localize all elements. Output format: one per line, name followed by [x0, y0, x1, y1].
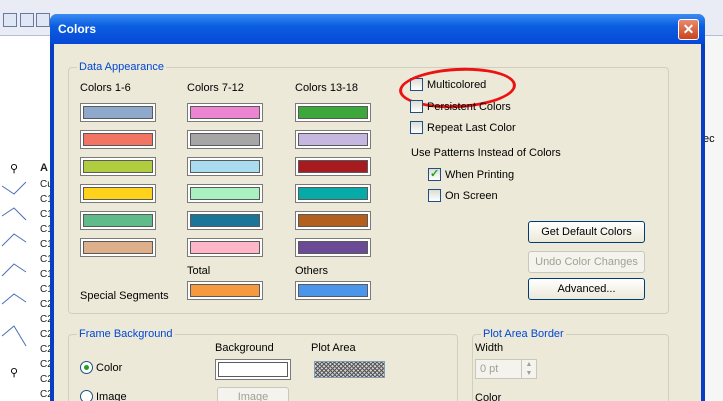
color-swatch-1-6[interactable] [80, 211, 156, 230]
plot-area-label: Plot Area [311, 342, 356, 354]
color-swatch-13-18[interactable] [295, 103, 371, 122]
on-screen-label: On Screen [445, 190, 498, 202]
get-default-colors-button[interactable]: Get Default Colors [528, 221, 645, 243]
border-width-spinner[interactable]: 0 pt ▲ ▼ [475, 359, 537, 379]
image-button[interactable]: Image [217, 387, 289, 401]
others-color-swatch[interactable] [295, 281, 371, 300]
image-radio-label: Image [96, 391, 127, 401]
swatch-fill [83, 241, 153, 254]
list-header: A [40, 162, 48, 174]
color-swatch-13-18[interactable] [295, 211, 371, 230]
patterns-heading: Use Patterns Instead of Colors [411, 147, 561, 159]
swatch-fill [83, 187, 153, 200]
toolbar-button-icon[interactable] [36, 13, 50, 27]
repeat-last-color-label: Repeat Last Color [427, 122, 516, 134]
undo-color-changes-button[interactable]: Undo Color Changes [528, 251, 645, 273]
swatch-fill [190, 284, 260, 297]
swatch-fill [298, 187, 368, 200]
border-color-label: Color [475, 392, 502, 401]
total-label: Total [187, 265, 211, 277]
dialog-client-area: Data Appearance Colors 1-6 Colors 7-12 C… [54, 44, 701, 401]
color-swatch-7-12[interactable] [187, 103, 263, 122]
spin-arrows-icon[interactable]: ▲ ▼ [521, 360, 536, 378]
swatch-fill [298, 241, 368, 254]
swatch-fill [190, 160, 260, 173]
special-segments-label: Special Segments [80, 290, 169, 302]
swatch-fill [298, 133, 368, 146]
advanced-button[interactable]: Advanced... [528, 278, 645, 300]
persistent-colors-label: Persistent Colors [427, 101, 511, 113]
plot-area-pattern-swatch[interactable] [314, 361, 385, 378]
color-swatch-7-12[interactable] [187, 130, 263, 149]
color-radio-label: Color [96, 362, 123, 374]
persistent-colors-checkbox[interactable] [410, 100, 423, 113]
colors-7-12-header: Colors 7-12 [187, 82, 244, 94]
width-label: Width [475, 342, 504, 354]
color-swatch-7-12[interactable] [187, 238, 263, 257]
colors-13-18-header: Colors 13-18 [295, 82, 358, 94]
when-printing-label: When Printing [445, 169, 515, 181]
color-swatch-13-18[interactable] [295, 238, 371, 257]
swatch-fill [298, 106, 368, 119]
border-width-value: 0 pt [480, 363, 499, 375]
swatch-fill [190, 214, 260, 227]
swatch-fill [190, 187, 260, 200]
swatch-fill [218, 362, 288, 377]
dialog-title: Colors [58, 22, 97, 36]
swatch-fill [298, 214, 368, 227]
group-title: Data Appearance [77, 61, 167, 73]
color-swatch-7-12[interactable] [187, 157, 263, 176]
swatch-fill [190, 133, 260, 146]
color-swatch-13-18[interactable] [295, 157, 371, 176]
others-label: Others [295, 265, 329, 277]
colors-1-6-header: Colors 1-6 [80, 82, 131, 94]
sparkline-icons [1, 181, 27, 347]
toolbar-button-icon[interactable] [3, 13, 17, 27]
group-title: Plot Area Border [481, 328, 566, 340]
on-screen-checkbox[interactable] [428, 189, 441, 202]
background-left-panel: ⚲ ⚲ A CuC1C1C1C1C1C1C1C2C2C2C2C2C2C2C3 [0, 36, 55, 401]
color-radio[interactable] [80, 361, 93, 374]
title-bar[interactable]: Colors ✕ [50, 14, 705, 44]
color-swatch-13-18[interactable] [295, 130, 371, 149]
frame-background-color-swatch[interactable] [215, 359, 291, 380]
grid-icon[interactable] [20, 13, 34, 27]
swatch-fill [83, 214, 153, 227]
swatch-fill [298, 284, 368, 297]
total-color-swatch[interactable] [187, 281, 263, 300]
repeat-last-color-checkbox[interactable] [410, 121, 423, 134]
search-icon[interactable]: ⚲ [10, 366, 22, 379]
colors-dialog: Colors ✕ Data Appearance Colors 1-6 Colo… [50, 14, 705, 401]
swatch-fill [83, 133, 153, 146]
swatch-fill [83, 160, 153, 173]
color-swatch-13-18[interactable] [295, 184, 371, 203]
swatch-fill [190, 106, 260, 119]
swatch-fill [83, 106, 153, 119]
swatch-fill [190, 241, 260, 254]
color-swatch-1-6[interactable] [80, 238, 156, 257]
color-swatch-7-12[interactable] [187, 184, 263, 203]
group-title: Frame Background [77, 328, 175, 340]
search-icon[interactable]: ⚲ [10, 162, 22, 175]
checkmark-icon: ✓ [430, 168, 440, 180]
background-label: Background [215, 342, 274, 354]
color-swatch-1-6[interactable] [80, 157, 156, 176]
swatch-fill [298, 160, 368, 173]
color-swatch-1-6[interactable] [80, 130, 156, 149]
color-swatch-7-12[interactable] [187, 211, 263, 230]
radio-selected-dot [84, 365, 89, 370]
color-swatch-1-6[interactable] [80, 184, 156, 203]
when-printing-checkbox[interactable]: ✓ [428, 168, 441, 181]
color-swatch-1-6[interactable] [80, 103, 156, 122]
close-button[interactable]: ✕ [678, 19, 699, 40]
image-radio[interactable] [80, 390, 93, 401]
